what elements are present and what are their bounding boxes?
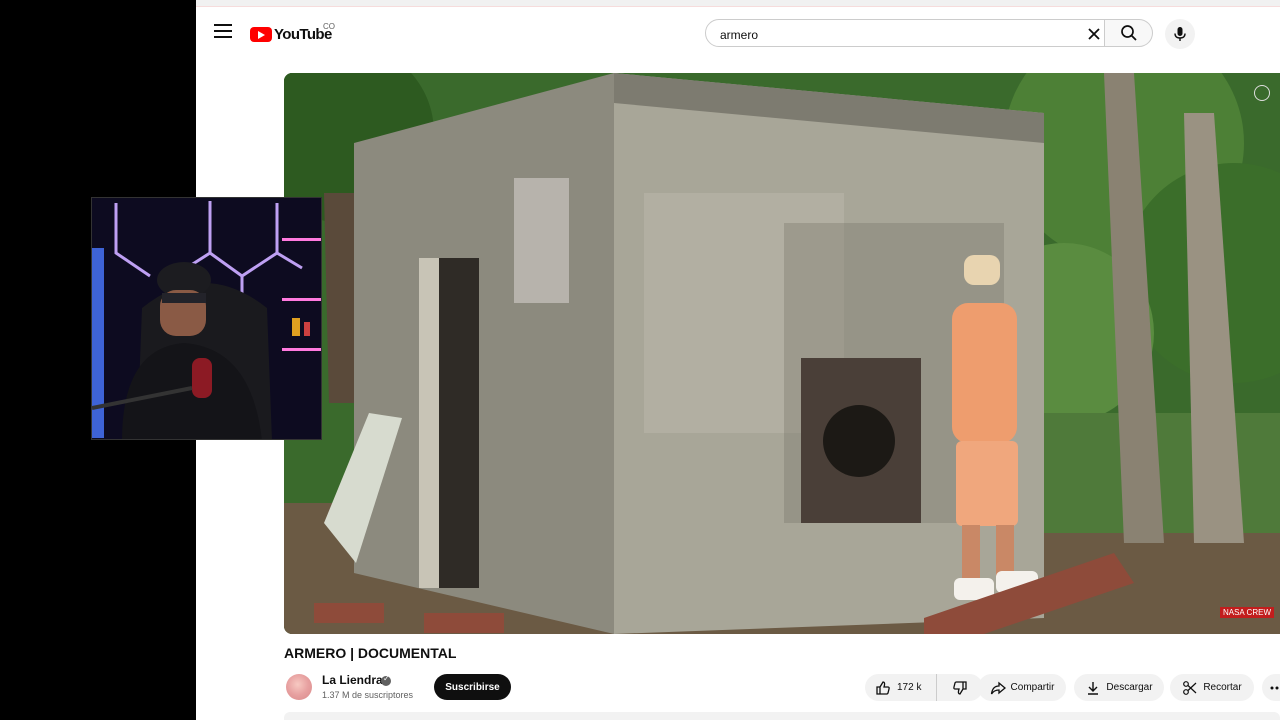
- like-button[interactable]: 172 k: [865, 674, 937, 701]
- scissors-icon: [1183, 680, 1197, 695]
- mic-icon: [1174, 27, 1186, 41]
- download-label: Descargar: [1106, 682, 1153, 693]
- thumbs-up-icon: [876, 680, 890, 695]
- search-button[interactable]: [1105, 19, 1153, 47]
- menu-icon[interactable]: [214, 24, 232, 38]
- clip-button[interactable]: Recortar: [1170, 674, 1254, 701]
- clip-label: Recortar: [1203, 682, 1242, 693]
- clear-icon[interactable]: [1084, 24, 1104, 44]
- streamer-webcam-overlay: [91, 197, 322, 440]
- share-label: Compartir: [1010, 682, 1055, 693]
- search-icon: [1120, 25, 1137, 41]
- download-icon: [1088, 681, 1099, 695]
- more-actions-button[interactable]: [1262, 674, 1280, 701]
- video-title: ARMERO | DOCUMENTAL: [284, 645, 457, 661]
- info-icon[interactable]: [1254, 85, 1270, 101]
- share-icon: [990, 681, 1006, 694]
- channel-watermark: NASA CREW: [1219, 607, 1274, 618]
- search-input[interactable]: [718, 25, 1062, 45]
- subscriber-count: 1.37 M de suscriptores: [322, 690, 414, 700]
- video-player[interactable]: NASA CREW: [284, 73, 1280, 634]
- webcam-feed: [92, 198, 321, 439]
- youtube-play-icon: [250, 26, 272, 42]
- video-frame: [284, 73, 1280, 634]
- country-code: CO: [323, 22, 335, 31]
- voice-search-button[interactable]: [1165, 19, 1195, 49]
- dislike-button[interactable]: [937, 674, 983, 701]
- channel-avatar[interactable]: [286, 674, 312, 700]
- youtube-page: YouTube CO armero NASA CREW ARMERO | DOC…: [196, 0, 1280, 720]
- browser-top-strip: [196, 0, 1280, 7]
- youtube-logo[interactable]: YouTube: [250, 24, 332, 44]
- channel-name[interactable]: La Liendra: [322, 673, 383, 687]
- like-dislike-group: 172 k: [865, 674, 983, 701]
- masthead: YouTube CO: [196, 10, 1280, 58]
- more-horiz-icon: [1270, 686, 1279, 689]
- verified-icon: [381, 674, 391, 686]
- description-box-edge: [284, 712, 1280, 720]
- like-count: 172 k: [897, 682, 922, 693]
- share-button[interactable]: Compartir: [978, 674, 1066, 701]
- subscribe-button[interactable]: Suscribirse: [434, 674, 511, 700]
- search-box: [705, 19, 1105, 47]
- thumbs-down-icon: [953, 680, 967, 695]
- download-button[interactable]: Descargar: [1074, 674, 1164, 701]
